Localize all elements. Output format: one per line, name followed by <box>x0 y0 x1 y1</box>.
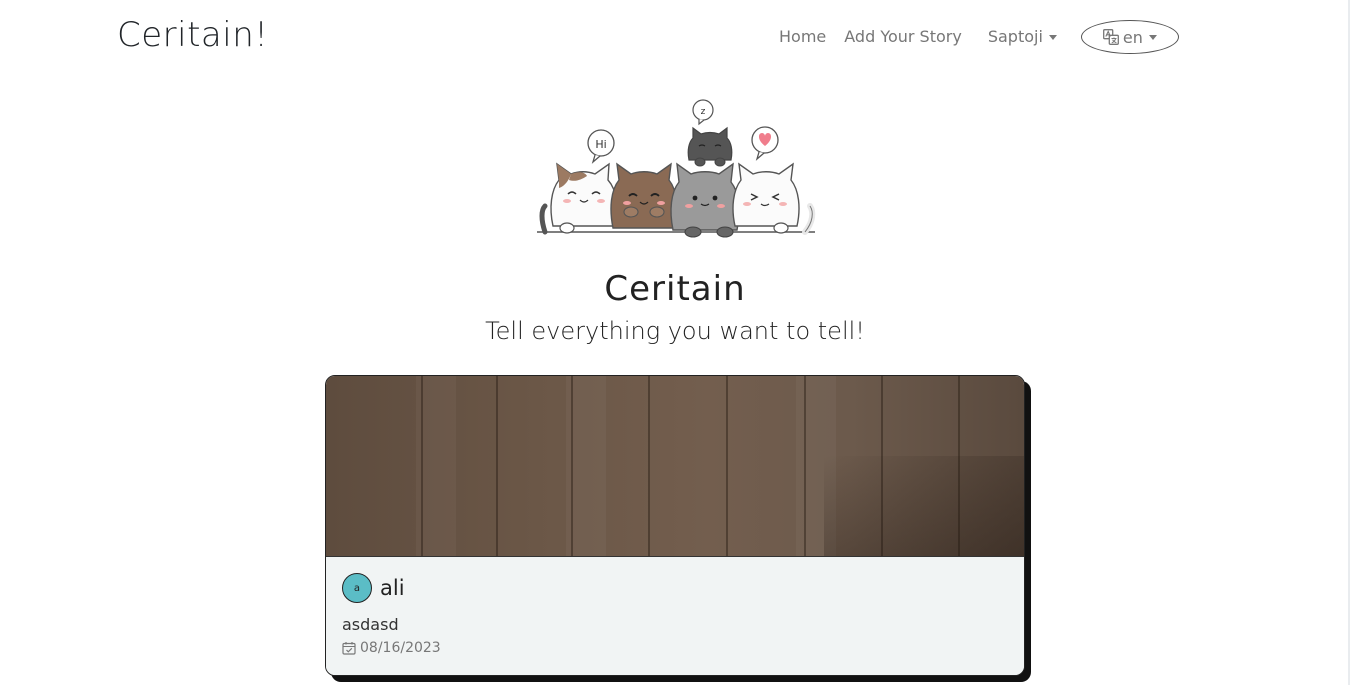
page-title: Ceritain <box>604 268 746 309</box>
author-name: ali <box>380 576 405 600</box>
story-image <box>326 376 1024 557</box>
image-shadow-overlay <box>824 456 1024 556</box>
page: Ceritain! Home Add Your Story Saptoji en <box>0 0 1350 685</box>
story-card-body: a ali asdasd 08/16/2023 <box>326 557 1024 675</box>
calendar-check-icon <box>342 641 356 655</box>
wood-plank-line <box>726 376 728 556</box>
brand-logo[interactable]: Ceritain! <box>117 14 268 56</box>
wood-plank-line <box>421 376 423 556</box>
story-card[interactable]: a ali asdasd 08/16/2023 <box>325 375 1025 676</box>
page-subtitle: Tell everything you want to tell! <box>485 317 865 345</box>
wood-plank-line <box>648 376 650 556</box>
navbar: Ceritain! Home Add Your Story Saptoji en <box>0 0 1350 72</box>
wood-plank-line <box>804 376 806 556</box>
language-value: en <box>1122 27 1143 47</box>
cats-illustration: Hi z <box>537 99 816 238</box>
nav-links: Home Add Your Story Saptoji en <box>770 19 1179 55</box>
user-menu-dropdown[interactable]: Saptoji <box>971 19 1066 55</box>
nav-add-story-link[interactable]: Add Your Story <box>835 19 971 55</box>
wood-plank-line <box>571 376 573 556</box>
story-date-row: 08/16/2023 <box>342 640 441 656</box>
wood-plank-line <box>496 376 498 556</box>
avatar-initial: a <box>353 582 361 594</box>
hi-bubble-text: Hi <box>595 138 606 151</box>
translate-icon <box>1102 29 1119 45</box>
story-date: 08/16/2023 <box>360 640 441 656</box>
sleep-bubble-text: z <box>701 107 706 117</box>
chevron-down-icon <box>1148 35 1157 40</box>
avatar: a <box>342 573 372 603</box>
language-selector[interactable]: en <box>1080 20 1179 54</box>
user-name: Saptoji <box>987 27 1043 46</box>
nav-home-link[interactable]: Home <box>770 19 835 55</box>
story-description: asdasd <box>342 615 399 634</box>
author-row: a ali <box>342 573 405 603</box>
chevron-down-icon <box>1048 35 1057 40</box>
